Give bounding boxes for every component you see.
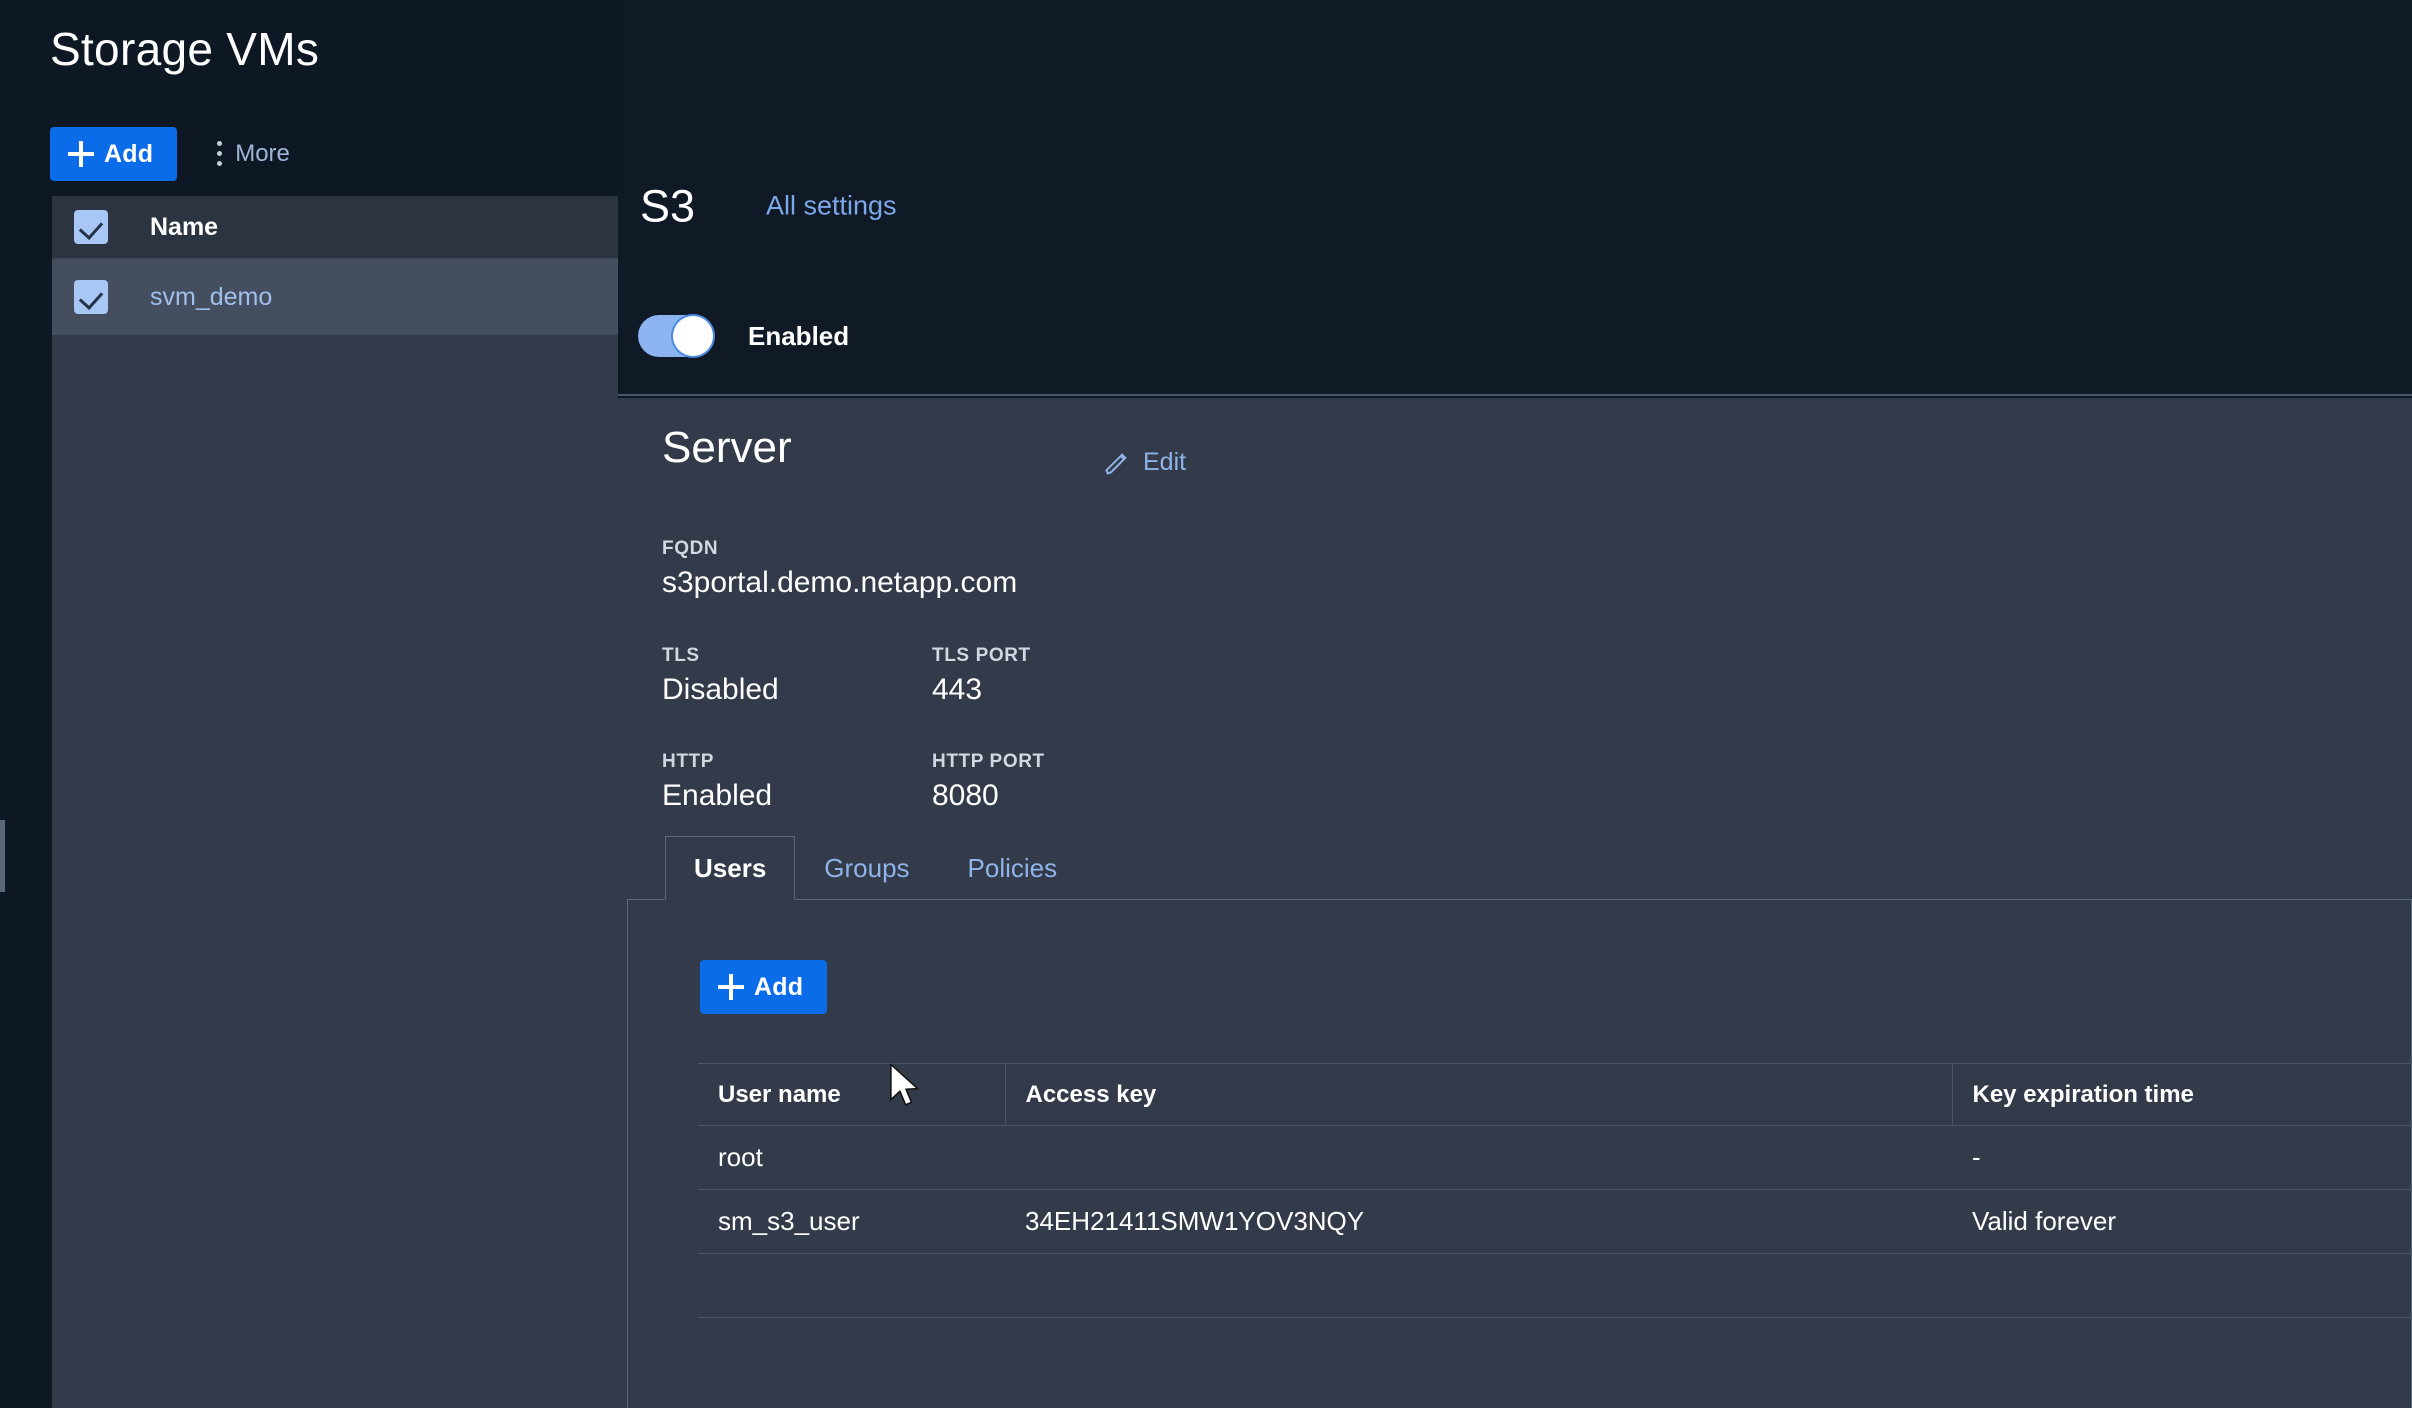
cell-user-name: root: [698, 1126, 1005, 1190]
field-value-tls: Disabled: [662, 673, 779, 707]
tab-users[interactable]: Users: [665, 836, 795, 900]
tab-policies[interactable]: Policies: [939, 836, 1087, 900]
plus-icon: [68, 141, 94, 167]
field-value-http: Enabled: [662, 779, 772, 813]
cell-access-key: 34EH21411SMW1YOV3NQY: [1005, 1190, 1952, 1254]
column-header-access-key[interactable]: Access key: [1005, 1064, 1952, 1126]
s3-enabled-label: Enabled: [748, 321, 849, 352]
field-http: HTTP Enabled: [662, 751, 772, 813]
list-item-label: svm_demo: [150, 283, 272, 312]
table-row[interactable]: [698, 1254, 2412, 1318]
cell-key-expiration-time: [1952, 1254, 2412, 1318]
row-checkbox-svm-demo[interactable]: [74, 280, 108, 314]
column-header-name: Name: [150, 213, 218, 242]
select-all-checkbox[interactable]: [74, 210, 108, 244]
edit-server-button[interactable]: Edit: [1103, 448, 1186, 477]
users-table: User name Access key Key expiration time…: [698, 1063, 2412, 1318]
table-row[interactable]: root -: [698, 1126, 2412, 1190]
list-empty-area: [52, 335, 618, 1408]
s3-service-title: S3: [640, 184, 695, 229]
s3-detail-header: S3 All settings Enabled: [618, 0, 2412, 396]
field-label-http: HTTP: [662, 751, 772, 773]
edit-button-label: Edit: [1143, 448, 1186, 477]
field-value-tls-port: 443: [932, 673, 1031, 707]
field-tls-port: TLS PORT 443: [932, 645, 1031, 707]
cell-key-expiration-time: -: [1952, 1126, 2412, 1190]
column-header-user-name[interactable]: User name: [698, 1064, 1005, 1126]
more-menu-button[interactable]: More: [217, 139, 290, 169]
field-fqdn: FQDN s3portal.demo.netapp.com: [662, 538, 1017, 600]
field-label-http-port: HTTP PORT: [932, 751, 1045, 773]
list-header-row: Name: [52, 196, 618, 259]
users-tab-panel: Add User name Access key Key expiration …: [627, 899, 2412, 1408]
list-item-svm-demo[interactable]: svm_demo: [52, 259, 618, 335]
add-button-label: Add: [104, 140, 153, 169]
more-button-label: More: [235, 140, 290, 168]
s3-detail-body: Server Edit FQDN s3portal.demo.netapp.co…: [618, 398, 2412, 1408]
s3-enabled-toggle[interactable]: [638, 315, 714, 357]
kebab-menu-icon: [217, 139, 223, 169]
server-section-heading: Server: [662, 423, 792, 473]
toggle-knob: [673, 316, 713, 356]
field-tls: TLS Disabled: [662, 645, 779, 707]
cell-key-expiration-time: Valid forever: [1952, 1190, 2412, 1254]
tab-bar: Users Groups Policies: [665, 836, 1086, 900]
pencil-icon: [1103, 449, 1131, 477]
table-header-row: User name Access key Key expiration time: [698, 1064, 2412, 1126]
s3-enabled-toggle-wrapper: Enabled: [638, 315, 849, 357]
storage-vm-list-panel: Name svm_demo: [52, 196, 618, 1408]
cell-access-key: [1005, 1254, 1952, 1318]
field-label-tls-port: TLS PORT: [932, 645, 1031, 667]
list-toolbar: Add More: [50, 127, 290, 181]
plus-icon: [718, 974, 744, 1000]
tab-groups[interactable]: Groups: [795, 836, 938, 900]
field-value-fqdn: s3portal.demo.netapp.com: [662, 566, 1017, 600]
add-user-button[interactable]: Add: [700, 960, 827, 1014]
field-label-fqdn: FQDN: [662, 538, 1017, 560]
cell-access-key: [1005, 1126, 1952, 1190]
column-header-key-expiration-time[interactable]: Key expiration time: [1952, 1064, 2412, 1126]
all-settings-link[interactable]: All settings: [766, 191, 897, 222]
add-storage-vm-button[interactable]: Add: [50, 127, 177, 181]
field-http-port: HTTP PORT 8080: [932, 751, 1045, 813]
cell-user-name: sm_s3_user: [698, 1190, 1005, 1254]
field-value-http-port: 8080: [932, 779, 1045, 813]
add-user-button-label: Add: [754, 973, 803, 1002]
field-label-tls: TLS: [662, 645, 779, 667]
table-row[interactable]: sm_s3_user 34EH21411SMW1YOV3NQY Valid fo…: [698, 1190, 2412, 1254]
page-title: Storage VMs: [50, 22, 319, 76]
cell-user-name: [698, 1254, 1005, 1318]
left-edge-scrollbar[interactable]: [0, 820, 5, 892]
